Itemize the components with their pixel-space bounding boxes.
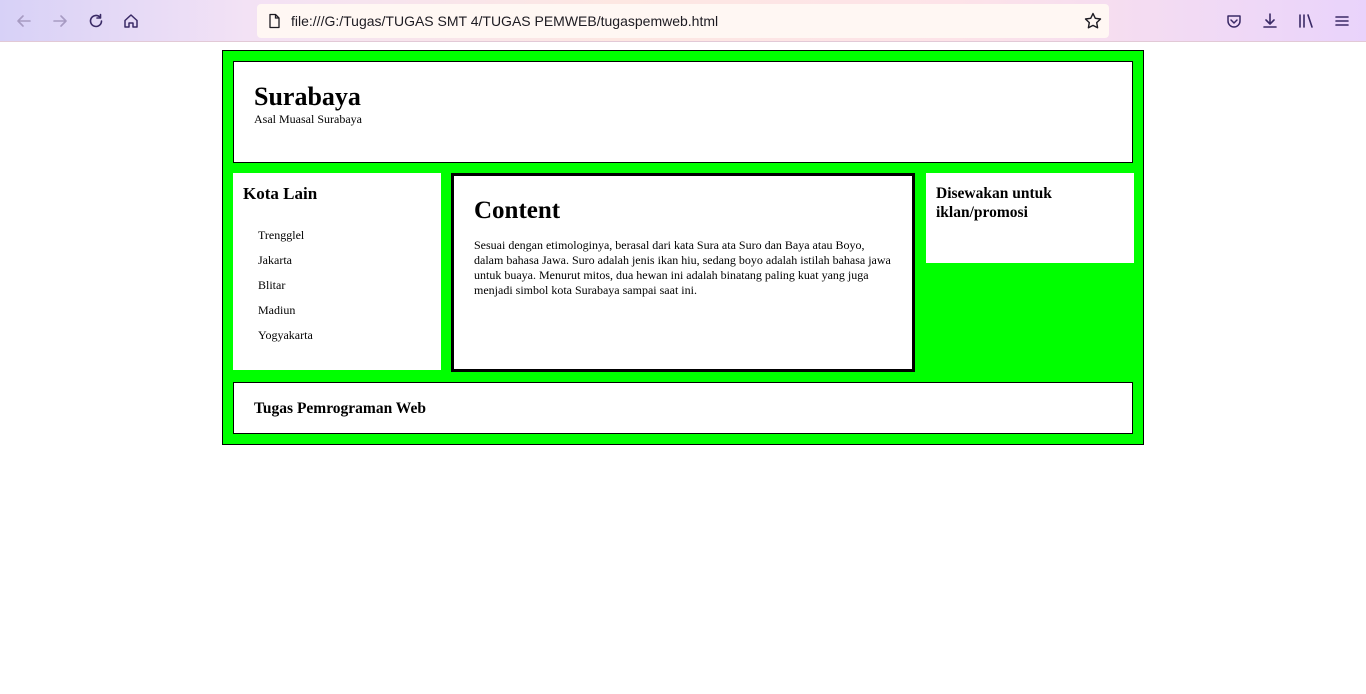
- ad-box: Disewakan untuk iklan/promosi: [926, 173, 1134, 263]
- page-icon: [269, 13, 280, 29]
- sidebar-item-madiun: Madiun: [258, 303, 296, 317]
- site-subtitle: Asal Muasal Surabaya: [254, 112, 362, 126]
- main-content: Content Sesuai dengan etimologinya, bera…: [451, 173, 915, 372]
- home-icon[interactable]: [119, 9, 143, 33]
- sidebar-item-jakarta: Jakarta: [258, 253, 292, 267]
- back-arrow-icon[interactable]: [12, 9, 36, 33]
- page-wrapper: Surabaya Asal Muasal Surabaya Kota Lain …: [222, 50, 1144, 445]
- sidebar-title: Kota Lain: [243, 184, 318, 203]
- url-text[interactable]: file:///G:/Tugas/TUGAS SMT 4/TUGAS PEMWE…: [291, 13, 718, 29]
- download-icon[interactable]: [1258, 9, 1282, 33]
- library-icon[interactable]: [1294, 9, 1318, 33]
- reload-icon[interactable]: [84, 9, 108, 33]
- header: Surabaya Asal Muasal Surabaya: [233, 61, 1133, 163]
- footer-text: Tugas Pemrograman Web: [254, 400, 426, 417]
- sidebar-item-yogyakarta: Yogyakarta: [258, 328, 313, 342]
- sidebar-item-trengglel: Trengglel: [258, 228, 305, 242]
- content-paragraph: Sesuai dengan etimologinya, berasal dari…: [474, 238, 891, 297]
- forward-arrow-icon[interactable]: [48, 9, 72, 33]
- star-icon[interactable]: [1083, 11, 1103, 31]
- pocket-icon[interactable]: [1222, 9, 1246, 33]
- url-bar[interactable]: file:///G:/Tugas/TUGAS SMT 4/TUGAS PEMWE…: [257, 4, 1109, 38]
- content-title: Content: [474, 197, 561, 224]
- hamburger-menu-icon[interactable]: [1330, 9, 1354, 33]
- sidebar-list: Trengglel Jakarta Blitar Madiun Yogyakar…: [258, 228, 313, 353]
- browser-toolbar: file:///G:/Tugas/TUGAS SMT 4/TUGAS PEMWE…: [0, 0, 1366, 42]
- ad-title: Disewakan untuk iklan/promosi: [936, 185, 1052, 221]
- sidebar: Kota Lain Trengglel Jakarta Blitar Madiu…: [233, 173, 441, 370]
- sidebar-item-blitar: Blitar: [258, 278, 286, 292]
- site-title: Surabaya: [254, 82, 361, 111]
- footer: Tugas Pemrograman Web: [233, 382, 1133, 434]
